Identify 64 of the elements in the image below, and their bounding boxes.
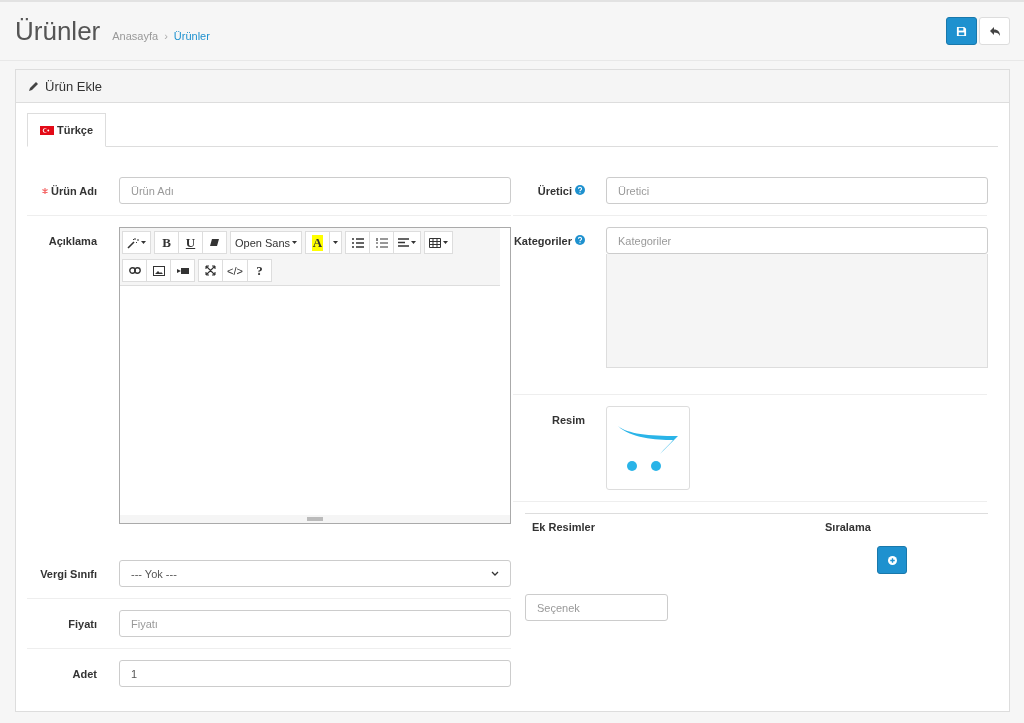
resize-handle-icon — [307, 517, 323, 521]
toolbar-button[interactable] — [393, 231, 422, 254]
link-icon — [128, 267, 141, 274]
field-label: Adet — [72, 668, 97, 680]
reply-arrow-icon — [988, 25, 1001, 37]
option-field[interactable]: Seçenek — [525, 594, 668, 621]
caret-icon — [411, 241, 417, 244]
toolbar-button[interactable] — [122, 259, 147, 282]
toolbar-button[interactable] — [202, 231, 227, 254]
toolbar-button[interactable]: B — [154, 231, 179, 254]
caret-icon — [443, 241, 449, 244]
plus-circle-icon — [887, 555, 897, 565]
field-label: Vergi Sınıfı — [40, 568, 97, 580]
language-tab[interactable]: Türkçe — [27, 113, 107, 147]
caret-icon — [333, 241, 339, 244]
save-button[interactable] — [946, 17, 977, 45]
numbered-list-icon — [375, 237, 388, 248]
caret-icon — [141, 241, 146, 244]
toolbar-button[interactable]: ? — [246, 259, 272, 282]
panel-title: Ürün Ekle — [45, 78, 103, 94]
add-image-button[interactable] — [877, 546, 907, 574]
toolbar-button[interactable] — [345, 231, 371, 254]
toolbar-button[interactable] — [198, 259, 223, 282]
text-field[interactable]: Fiyatı — [119, 610, 511, 637]
toolbar-button[interactable]: Open Sans — [230, 231, 303, 254]
caret-icon — [292, 241, 298, 244]
text-field[interactable]: Üretici — [606, 177, 988, 204]
fullscreen-icon — [205, 265, 216, 276]
chevron-down-icon — [491, 571, 499, 576]
flag-icon — [40, 125, 54, 135]
align-icon — [398, 238, 410, 247]
field-label: Üretici — [537, 185, 572, 197]
toolbar-button[interactable]: </> — [222, 259, 248, 282]
page-title: Ürünler — [15, 15, 101, 47]
field-label: Fiyatı — [68, 618, 97, 630]
text-field[interactable]: 1 — [119, 660, 511, 687]
text-field[interactable]: Kategoriler — [606, 227, 988, 254]
help-icon[interactable] — [575, 235, 585, 245]
pencil-icon — [28, 80, 39, 92]
toolbar-button[interactable] — [170, 259, 195, 282]
picture-icon — [152, 265, 165, 276]
field-label: Kategoriler — [513, 235, 572, 247]
eraser-icon — [209, 238, 220, 247]
video-camera-icon — [176, 266, 189, 275]
table-icon — [429, 237, 442, 248]
column-header: Sıralama — [825, 521, 871, 533]
field-label: Ürün Adı — [50, 185, 97, 197]
select-field[interactable]: --- Yok --- — [119, 560, 511, 587]
required-asterisk-icon — [41, 188, 48, 194]
back-button[interactable] — [979, 17, 1010, 45]
breadcrumb-separator: › — [164, 29, 168, 42]
bullet-list-icon — [351, 237, 364, 248]
rich-text-editor[interactable]: B U Open Sans A </> ? — [119, 227, 511, 524]
toolbar-button[interactable]: U — [178, 231, 203, 254]
field-label: Açıklama — [48, 235, 97, 247]
image-thumbnail[interactable] — [606, 406, 690, 490]
toolbar-button[interactable] — [424, 231, 454, 254]
text-field[interactable]: Ürün Adı — [119, 177, 511, 204]
field-label: Resim — [551, 414, 585, 426]
magic-wand-icon — [127, 236, 139, 249]
toolbar-button[interactable]: A — [305, 231, 331, 254]
help-icon[interactable] — [575, 185, 585, 195]
column-header: Ek Resimler — [532, 521, 595, 533]
toolbar-button[interactable] — [146, 259, 171, 282]
